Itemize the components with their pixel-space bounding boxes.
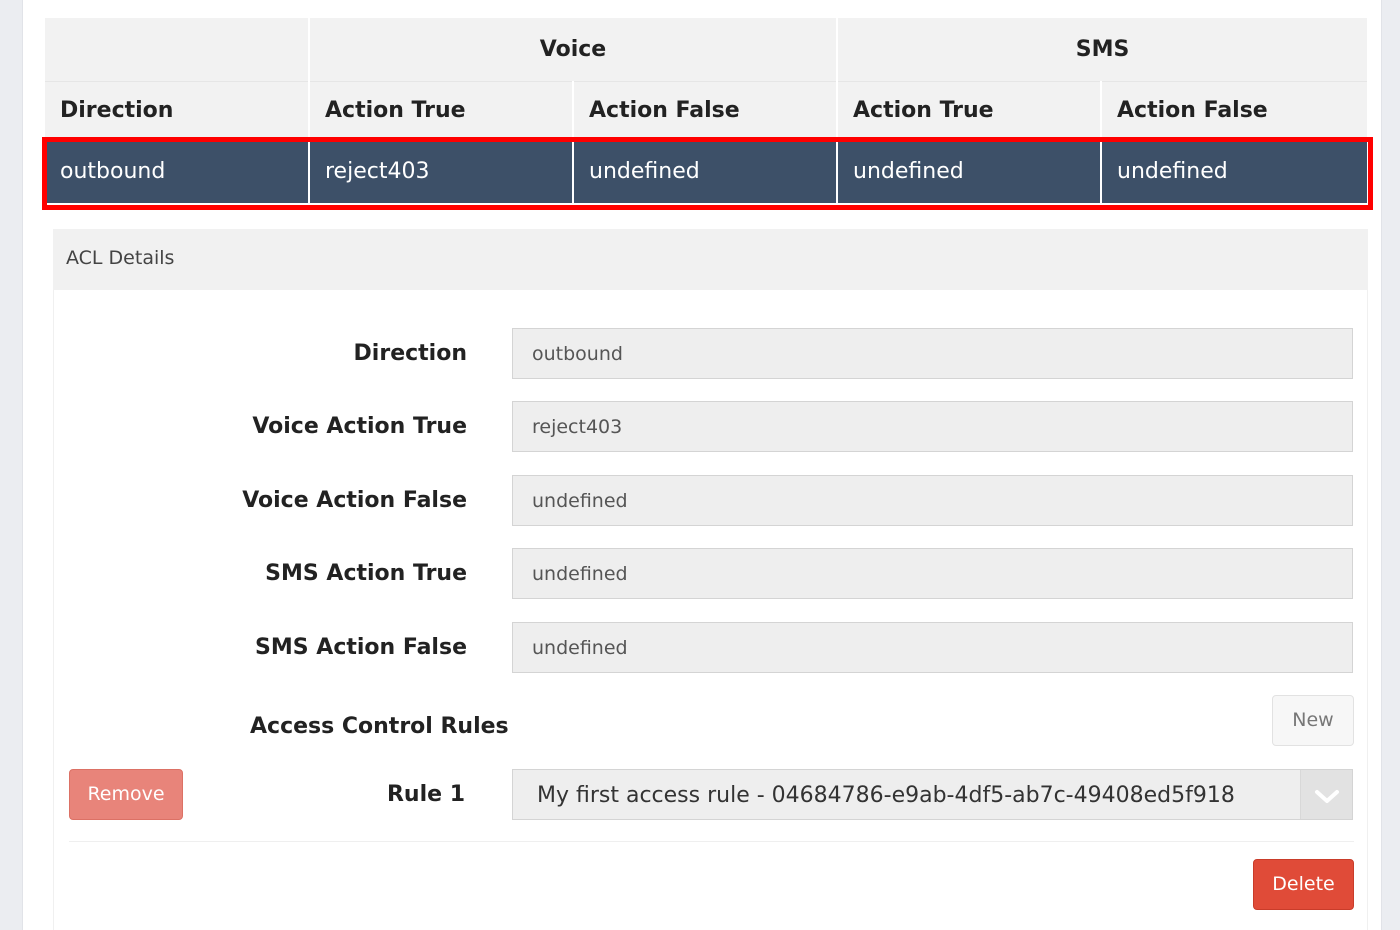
table-row-selected[interactable]: outbound reject403 undefined undefined u… bbox=[45, 139, 1368, 203]
sms-action-true-field[interactable] bbox=[512, 548, 1353, 599]
divider bbox=[69, 841, 1354, 842]
column-header-sms-action-true[interactable]: Action True bbox=[837, 81, 1103, 139]
form-row-voice-action-true: Voice Action True bbox=[54, 401, 1369, 452]
table-group-header-row: Voice SMS bbox=[45, 18, 1368, 82]
rule-1-selected-value: My first access rule - 04684786-e9ab-4df… bbox=[537, 783, 1235, 808]
rule-1-label: Rule 1 bbox=[386, 782, 465, 807]
table-column-header-row: Direction Action True Action False Actio… bbox=[45, 81, 1368, 139]
direction-label: Direction bbox=[353, 341, 467, 366]
direction-field[interactable] bbox=[512, 328, 1353, 379]
column-header-voice-action-true[interactable]: Action True bbox=[309, 81, 574, 139]
sms-action-false-label: SMS Action False bbox=[255, 635, 467, 660]
access-control-rules-label: Access Control Rules bbox=[250, 714, 509, 739]
form-row-sms-action-true: SMS Action True bbox=[54, 548, 1369, 599]
column-header-sms-action-false[interactable]: Action False bbox=[1101, 81, 1368, 139]
cell-direction: outbound bbox=[45, 139, 310, 203]
sms-action-false-field[interactable] bbox=[512, 622, 1353, 673]
group-header-voice: Voice bbox=[309, 18, 839, 82]
acl-table: Voice SMS Direction Action True Action F… bbox=[45, 18, 1368, 203]
voice-action-true-label: Voice Action True bbox=[252, 414, 467, 439]
new-rule-button[interactable]: New bbox=[1272, 695, 1354, 746]
cell-voice-action-true: reject403 bbox=[309, 139, 574, 203]
remove-rule-button[interactable]: Remove bbox=[69, 769, 183, 820]
delete-button[interactable]: Delete bbox=[1253, 859, 1354, 910]
rule-1-select[interactable]: My first access rule - 04684786-e9ab-4df… bbox=[512, 769, 1353, 820]
form-row-sms-action-false: SMS Action False bbox=[54, 622, 1369, 673]
group-header-empty bbox=[45, 18, 310, 82]
cell-voice-action-false: undefined bbox=[573, 139, 839, 203]
voice-action-true-field[interactable] bbox=[512, 401, 1353, 452]
acl-details-header: ACL Details bbox=[53, 229, 1368, 290]
voice-action-false-label: Voice Action False bbox=[242, 488, 467, 513]
column-header-direction[interactable]: Direction bbox=[45, 81, 310, 139]
form-row-direction: Direction bbox=[54, 328, 1369, 379]
sms-action-true-label: SMS Action True bbox=[265, 561, 467, 586]
form-row-voice-action-false: Voice Action False bbox=[54, 475, 1369, 526]
column-header-voice-action-false[interactable]: Action False bbox=[573, 81, 839, 139]
group-header-sms: SMS bbox=[837, 18, 1368, 82]
cell-sms-action-true: undefined bbox=[837, 139, 1103, 203]
chevron-down-icon[interactable] bbox=[1300, 770, 1352, 819]
cell-sms-action-false: undefined bbox=[1101, 139, 1368, 203]
acl-details-body: Direction Voice Action True Voice Action… bbox=[53, 290, 1368, 930]
voice-action-false-field[interactable] bbox=[512, 475, 1353, 526]
